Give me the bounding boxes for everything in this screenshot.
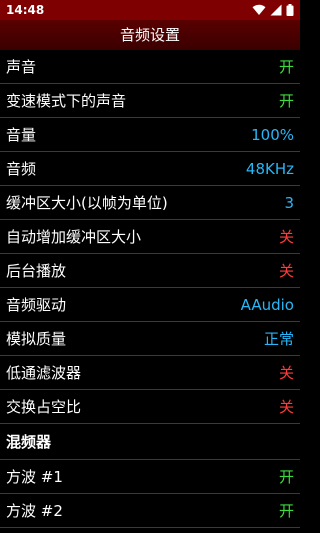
setting-value: AAudio [240,296,294,314]
status-time: 14:48 [6,3,45,17]
signal-icon [270,4,282,16]
setting-label: 方波 #1 [6,468,63,486]
setting-row-auto-buffer[interactable]: 自动增加缓冲区大小 关 [0,220,300,254]
page-title: 音频设置 [0,20,300,50]
setting-row-volume[interactable]: 音量 100% [0,118,300,152]
setting-row-swap-duty-cycle[interactable]: 交换占空比 关 [0,390,300,424]
mixer-section-header: 混频器 [0,424,300,460]
setting-label: 模拟质量 [6,330,67,348]
setting-value: 关 [278,262,294,280]
settings-list: 声音 开 变速模式下的声音 开 音量 100% 音频 48KHz 缓冲区大小(以… [0,50,300,528]
setting-value: 开 [278,58,294,76]
setting-label: 音频 [6,160,37,178]
setting-row-square-wave-1[interactable]: 方波 #1 开 [0,460,300,494]
setting-row-background-play[interactable]: 后台播放 关 [0,254,300,288]
setting-label: 声音 [6,58,37,76]
setting-value: 开 [278,468,294,486]
setting-value: 关 [278,364,294,382]
setting-label: 缓冲区大小(以帧为单位) [6,194,168,212]
status-bar: 14:48 [0,0,300,20]
setting-value: 关 [278,228,294,246]
setting-label: 变速模式下的声音 [6,92,127,110]
setting-value: 3 [284,194,294,212]
setting-row-sound-speed-mode[interactable]: 变速模式下的声音 开 [0,84,300,118]
section-title: 混频器 [6,433,52,451]
status-icons [252,4,294,16]
setting-label: 音频驱动 [6,296,67,314]
setting-value: 开 [278,92,294,110]
setting-value: 开 [278,502,294,520]
wifi-icon [252,4,266,16]
setting-label: 方波 #2 [6,502,63,520]
setting-label: 低通滤波器 [6,364,82,382]
setting-row-audio-driver[interactable]: 音频驱动 AAudio [0,288,300,322]
setting-label: 交换占空比 [6,398,82,416]
setting-value: 100% [251,126,294,144]
audio-settings-screen: 14:48 音频设置 声音 开 变速模式下的声音 开 音量 100% 音频 48… [0,0,300,533]
setting-label: 自动增加缓冲区大小 [6,228,142,246]
setting-row-square-wave-2[interactable]: 方波 #2 开 [0,494,300,528]
battery-icon [286,4,294,16]
setting-row-low-pass-filter[interactable]: 低通滤波器 关 [0,356,300,390]
setting-label: 后台播放 [6,262,67,280]
setting-row-emulation-quality[interactable]: 模拟质量 正常 [0,322,300,356]
setting-value: 48KHz [245,160,294,178]
setting-row-buffer-size[interactable]: 缓冲区大小(以帧为单位) 3 [0,186,300,220]
setting-label: 音量 [6,126,37,144]
setting-value: 正常 [263,330,294,348]
setting-row-sound[interactable]: 声音 开 [0,50,300,84]
setting-value: 关 [278,398,294,416]
setting-row-sample-rate[interactable]: 音频 48KHz [0,152,300,186]
